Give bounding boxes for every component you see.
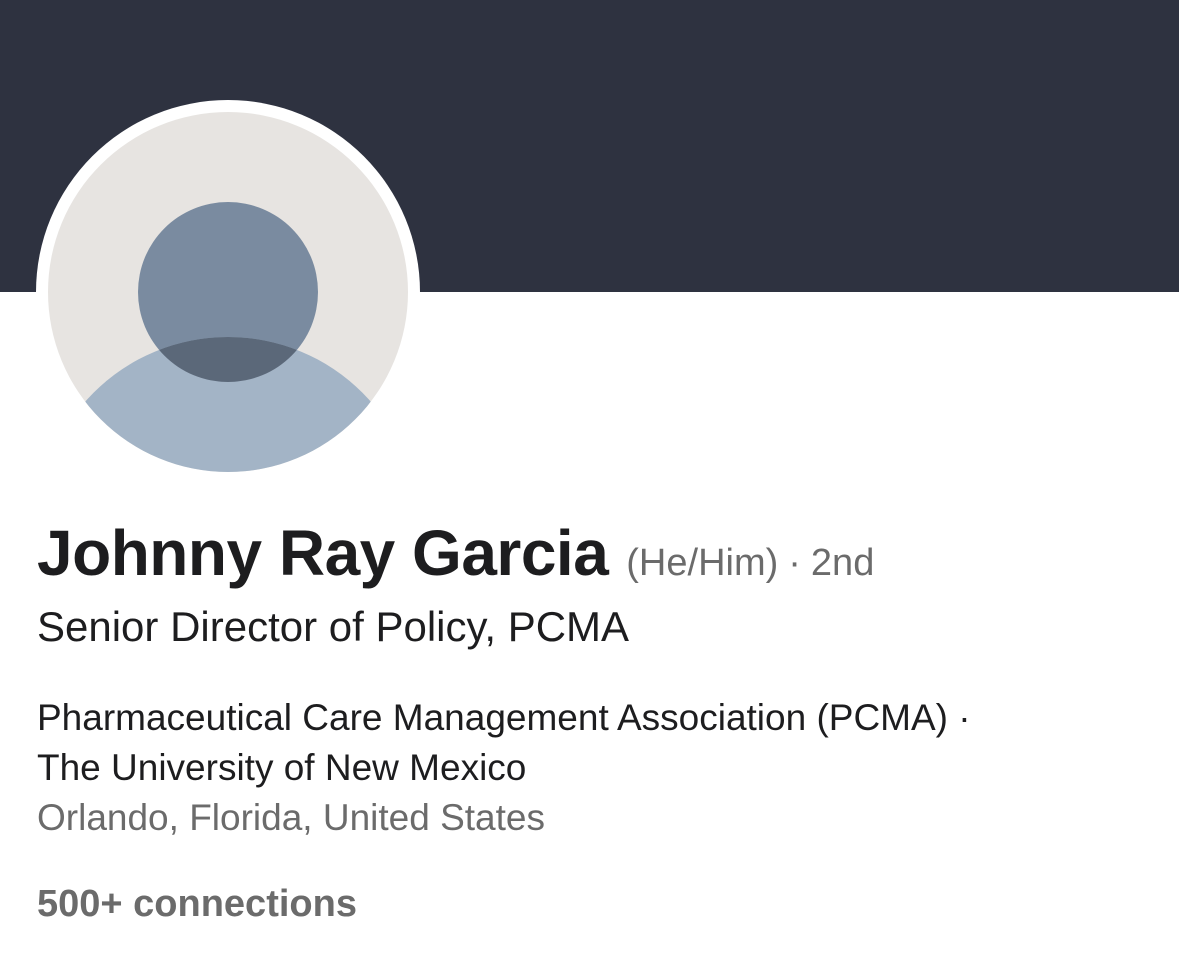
profile-pronouns: (He/Him) (626, 542, 779, 584)
name-row: Johnny Ray Garcia (He/Him) · 2nd (37, 516, 874, 590)
default-person-silhouette-icon (48, 112, 408, 472)
profile-location: Orlando, Florida, United States (37, 797, 545, 838)
profile-headline: Senior Director of Policy, PCMA (37, 603, 630, 650)
profile-avatar[interactable] (36, 100, 420, 484)
profile-name: Johnny Ray Garcia (37, 517, 609, 589)
education-school[interactable]: The University of New Mexico (37, 747, 526, 789)
degree-label: 2nd (810, 542, 875, 584)
connections-count[interactable]: 500+ connections (37, 883, 357, 926)
connection-degree: · 2nd (788, 542, 874, 585)
degree-separator: · (788, 542, 801, 584)
current-company[interactable]: Pharmaceutical Care Management Associati… (37, 697, 971, 739)
profile-page: Johnny Ray Garcia (He/Him) · 2nd Senior D… (0, 0, 1179, 953)
